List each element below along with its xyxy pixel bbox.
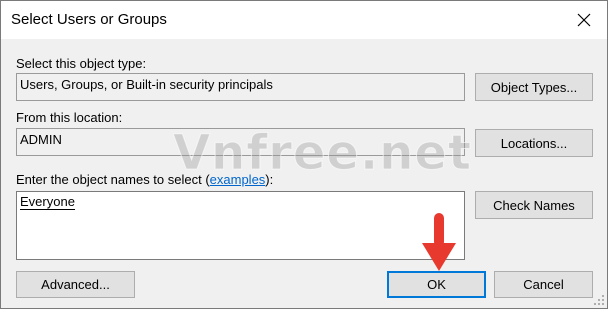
check-names-button[interactable]: Check Names (475, 191, 593, 219)
object-names-label: Enter the object names to select (exampl… (16, 172, 274, 187)
advanced-button[interactable]: Advanced... (16, 271, 135, 298)
annotation-arrow-icon (422, 213, 456, 271)
object-type-field: Users, Groups, or Built-in security prin… (16, 73, 465, 101)
close-icon (577, 13, 591, 27)
cancel-button[interactable]: Cancel (494, 271, 593, 298)
dialog-title: Select Users or Groups (11, 11, 167, 28)
location-label: From this location: (16, 110, 123, 125)
resize-grip-icon[interactable] (593, 294, 605, 306)
object-type-value: Users, Groups, or Built-in security prin… (20, 77, 273, 92)
object-types-button[interactable]: Object Types... (475, 73, 593, 101)
object-names-value: Everyone (20, 194, 75, 210)
examples-link[interactable]: examples (210, 172, 266, 187)
select-users-dialog: Select Users or Groups Select this objec… (0, 0, 608, 309)
close-button[interactable] (561, 1, 607, 39)
ok-button[interactable]: OK (387, 271, 486, 298)
title-bar: Select Users or Groups (1, 1, 607, 39)
object-names-input[interactable]: Everyone (16, 191, 465, 260)
object-type-label: Select this object type: (16, 56, 147, 71)
location-field: ADMIN (16, 128, 465, 156)
location-value: ADMIN (20, 132, 62, 147)
locations-button[interactable]: Locations... (475, 129, 593, 157)
